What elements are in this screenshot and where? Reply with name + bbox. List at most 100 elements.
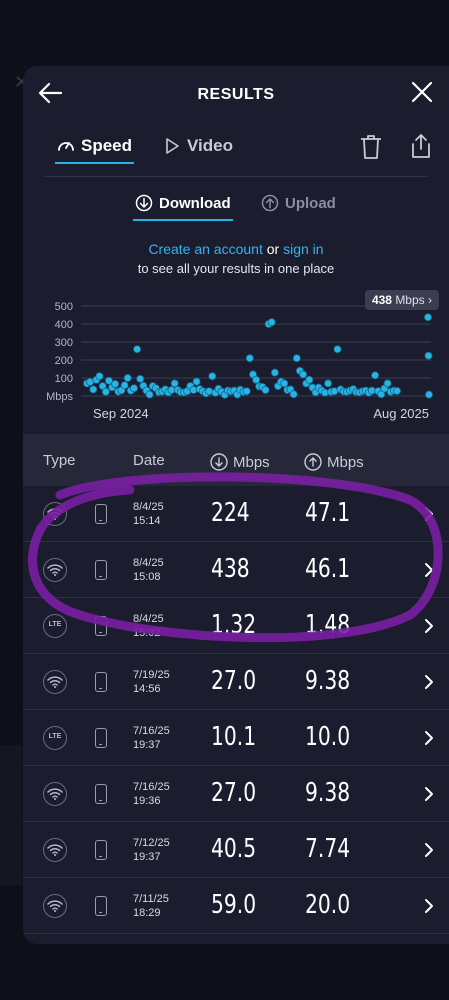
pill-chevron-icon: ›	[428, 293, 432, 307]
result-row[interactable]: LTE 8/4/25 15:02 1.32 1.48	[23, 598, 449, 654]
chart-point[interactable]	[280, 379, 289, 388]
chart-point[interactable]	[299, 370, 308, 379]
chart-point[interactable]	[136, 374, 145, 383]
chart-point[interactable]	[170, 379, 179, 388]
subtab-upload[interactable]: Upload	[261, 194, 336, 212]
chart-point[interactable]	[123, 374, 132, 383]
speedometer-icon	[58, 142, 74, 151]
selected-value-unit: Mbps	[395, 293, 425, 307]
share-icon[interactable]	[409, 133, 433, 159]
chevron-right-icon	[425, 507, 433, 521]
row-download-speed: 438	[211, 554, 250, 584]
trash-icon[interactable]	[359, 134, 383, 160]
chart-point[interactable]	[208, 372, 217, 381]
subtab-download-label: Download	[159, 194, 231, 212]
row-upload-speed: 20.0	[305, 890, 351, 920]
chart-point[interactable]	[95, 372, 104, 381]
chart-point[interactable]	[145, 390, 154, 399]
chart-point[interactable]	[133, 345, 142, 354]
chart-point[interactable]	[270, 368, 279, 377]
subtab-download[interactable]: Download	[133, 194, 233, 221]
wifi-icon	[43, 670, 67, 694]
chart-point[interactable]	[324, 379, 333, 388]
y-tick-label: 200	[55, 355, 73, 367]
col-download: Mbps	[209, 452, 270, 472]
download-circle-icon	[135, 194, 153, 212]
row-datetime: 8/4/25 15:02	[133, 612, 164, 640]
wifi-icon	[43, 782, 67, 806]
chevron-right-icon	[425, 787, 433, 801]
chart-point[interactable]	[424, 390, 433, 399]
selected-value: 438	[371, 293, 392, 307]
chart-point[interactable]	[292, 354, 301, 363]
result-row[interactable]: 8/4/25 15:14 224 47.1	[23, 486, 449, 542]
chart-point[interactable]	[89, 385, 98, 394]
selected-value-pill[interactable]: 438 Mbps ›	[364, 290, 439, 310]
results-sheet: RESULTS Speed Video Download Upload Crea…	[23, 66, 449, 944]
tab-speed[interactable]: Speed	[55, 136, 135, 164]
chart-point[interactable]	[130, 384, 139, 393]
header: RESULTS	[23, 66, 449, 124]
row-download-speed: 27.0	[211, 666, 257, 696]
chart-point[interactable]	[101, 387, 110, 396]
y-tick-label: 500	[55, 301, 73, 313]
phone-icon	[95, 784, 107, 804]
sign-in-link[interactable]: sign in	[283, 241, 323, 257]
chart-point[interactable]	[267, 318, 276, 327]
row-time: 15:02	[133, 627, 161, 639]
chart-point[interactable]	[192, 377, 201, 386]
result-row[interactable]: 7/11/25 18:29 59.0 20.0	[23, 878, 449, 934]
chart-point[interactable]	[333, 345, 342, 354]
row-date: 7/16/25	[133, 781, 170, 793]
result-row[interactable]: LTE 7/16/25 19:37 10.1 10.0	[23, 710, 449, 766]
chart-point[interactable]	[261, 386, 270, 395]
chart-point[interactable]	[242, 387, 251, 396]
chart-point[interactable]	[392, 386, 401, 395]
chevron-right-icon	[425, 843, 433, 857]
tab-video[interactable]: Video	[163, 136, 233, 156]
background-panel	[0, 745, 22, 885]
col-date-label: Date	[133, 452, 165, 469]
result-row[interactable]: 7/16/25 19:36 27.0 9.38	[23, 766, 449, 822]
col-date: Date	[133, 452, 165, 469]
wifi-icon	[43, 838, 67, 862]
chart-point[interactable]	[245, 354, 254, 363]
download-circle-icon	[210, 453, 228, 471]
row-download-speed: 224	[211, 498, 250, 528]
chart-point[interactable]	[423, 313, 432, 322]
row-datetime: 7/16/25 19:37	[133, 724, 170, 752]
chart-point[interactable]	[305, 375, 314, 384]
row-time: 15:08	[133, 571, 161, 583]
create-account-link[interactable]: Create an account	[148, 241, 262, 257]
col-type-label: Type	[43, 452, 76, 469]
result-row[interactable]: 7/19/25 14:56 27.0 9.38	[23, 654, 449, 710]
lte-label: LTE	[48, 621, 62, 628]
chart-point[interactable]	[111, 380, 120, 389]
row-datetime: 8/4/25 15:14	[133, 500, 164, 528]
chart-point[interactable]	[371, 371, 380, 380]
y-tick-label: 100	[55, 373, 73, 385]
chart-point[interactable]	[252, 375, 261, 384]
tab-active-underline	[55, 162, 135, 164]
chart-point[interactable]	[120, 381, 129, 390]
chart-point[interactable]	[424, 351, 433, 360]
row-time: 19:36	[133, 795, 161, 807]
row-time: 18:29	[133, 907, 161, 919]
subtab-upload-label: Upload	[285, 194, 336, 212]
row-date: 7/19/25	[133, 669, 170, 681]
sub-tabs: Download Upload	[23, 176, 449, 240]
result-row[interactable]: 8/4/25 15:08 438 46.1	[23, 542, 449, 598]
wifi-icon	[43, 558, 67, 582]
chart-point[interactable]	[289, 390, 298, 399]
chevron-right-icon	[425, 563, 433, 577]
row-datetime: 7/12/25 19:37	[133, 836, 170, 864]
x-tick-label: Sep 2024	[93, 406, 149, 421]
close-icon[interactable]	[411, 81, 433, 103]
phone-icon	[95, 728, 107, 748]
chevron-right-icon	[425, 899, 433, 913]
wifi-icon	[43, 894, 67, 918]
result-row[interactable]: 7/12/25 19:37 40.5 7.74	[23, 822, 449, 878]
subtab-active-underline	[133, 219, 233, 221]
chart-point[interactable]	[383, 379, 392, 388]
y-tick-label: Mbps	[46, 391, 73, 403]
